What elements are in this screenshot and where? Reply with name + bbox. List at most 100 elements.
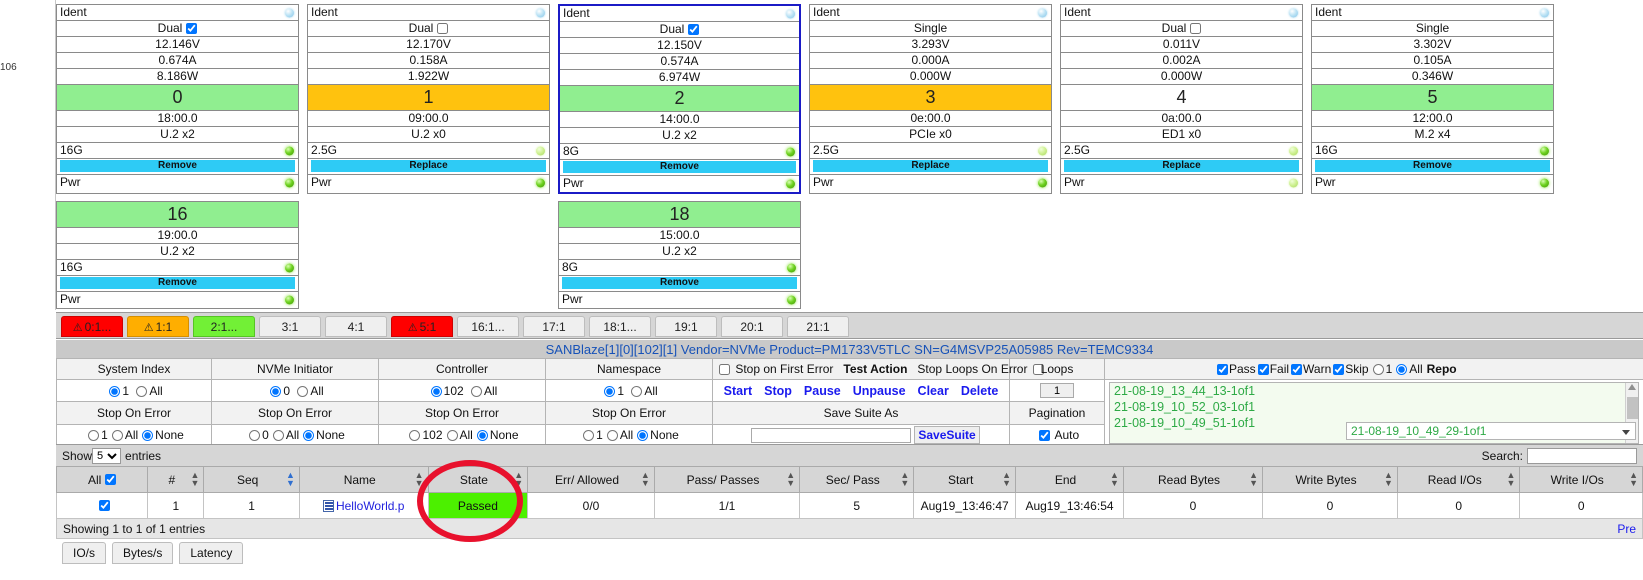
system-index-all-radio[interactable]: All [132,384,163,398]
column-header-name[interactable]: Name ▲ ▼ [298,466,429,493]
card-action-row[interactable]: Replace [308,159,549,175]
port-tab-21-1[interactable]: 21:1 [787,316,849,337]
metric-tab-bytess[interactable]: Bytes/s [112,542,174,564]
show-entries-select[interactable]: 5 [92,447,122,464]
system-index-all-radio-input[interactable] [136,385,148,397]
pagination-prev[interactable]: Pre [1617,522,1636,536]
system-index-value-radio[interactable]: 1 [105,384,129,398]
card-dual-checkbox[interactable] [437,23,449,34]
card-mode-row[interactable]: Dual [560,22,799,38]
action-delete-button[interactable]: Delete [961,384,999,398]
slot-card-18[interactable]: 18 15:00.0 U.2 x2 8G Remove Pwr [558,201,801,309]
column-header-pass-passes[interactable]: Pass/ Passes ▲ ▼ [653,466,801,493]
table-row[interactable]: 1 1 HelloWorld.p Passed 0/0 1/1 5 Aug19_13:46:4… [55,492,1643,519]
sort--icon[interactable]: ▲ ▼ [514,471,523,488]
sort--icon[interactable]: ▲ ▼ [415,471,424,488]
controller-all-radio-input[interactable] [471,385,483,397]
controller-select[interactable]: 102 All [378,378,546,403]
ident-led-icon[interactable] [536,8,545,17]
card-ident-row[interactable]: Ident [308,5,549,21]
device-title-link[interactable]: SANBlaze[1][0][102][1] Vendor=NVMe Produ… [546,342,1154,357]
soe-all-radio-input[interactable] [606,430,618,442]
save-suite-input[interactable] [751,428,911,444]
report-item[interactable]: 21-08-19_10_52_03-1of1 [1110,399,1638,415]
port-tab-20-1[interactable]: 20:1 [721,316,783,337]
loops-input[interactable] [1040,383,1074,399]
filter-pass[interactable]: Pass [1215,362,1256,376]
scrollbar-thumb[interactable] [1627,397,1638,419]
namespace-all-radio-input[interactable] [631,385,643,397]
nvme-initiator-select[interactable]: 0 All [211,378,379,403]
power-led-icon[interactable] [786,179,795,189]
loops-cell[interactable] [1009,378,1105,403]
card-slot-header[interactable]: 3 [810,85,1051,111]
filter-fail-checkbox[interactable] [1257,364,1269,375]
sort--icon[interactable]: ▲ ▼ [1110,471,1119,488]
namespace-value-radio-input[interactable] [604,385,616,397]
power-led-icon[interactable] [1540,178,1549,188]
power-led-icon[interactable] [285,178,294,188]
nvme-initiator-all-radio[interactable]: All [293,384,324,398]
card-power-row[interactable]: Pwr [560,176,799,192]
port-tab-3-1[interactable]: 3:1 [259,316,321,337]
column-header-seq[interactable]: Seq ▲ ▼ [203,466,300,493]
soe-none-radio[interactable]: None [633,428,679,442]
soe-all-radio[interactable]: All [269,428,299,442]
card-ident-row[interactable]: Ident [57,5,298,21]
card-action-row[interactable]: Replace [810,159,1051,175]
port-tab-1-1[interactable]: ⚠ 1:1 [127,316,189,337]
soe-all-radio[interactable]: All [108,428,138,442]
card-power-row[interactable]: Pwr [559,292,800,308]
card-action-row[interactable]: Remove [57,159,298,175]
filter-fail[interactable]: Fail [1256,362,1289,376]
slot-card-2[interactable]: Ident Dual 12.150V 0.574A 6.974W 2 14:00… [558,4,801,194]
slot-card-4[interactable]: Ident Dual 0.011V 0.002A 0.000W 4 0a:00.… [1060,4,1303,194]
slot-card-0[interactable]: Ident Dual 12.146V 0.674A 8.186W 0 18:00… [56,4,299,194]
sort--icon[interactable]: ▲ ▼ [1384,471,1393,488]
column-header-read-i-os[interactable]: Read I/Os ▲ ▼ [1396,466,1521,493]
soe-value-radio[interactable]: 0 [245,428,269,442]
filter-skip-checkbox[interactable] [1333,364,1345,375]
card-power-row[interactable]: Pwr [810,175,1051,191]
sort--icon[interactable]: ▲ ▼ [641,471,650,488]
column-header-write-i-os[interactable]: Write I/Os ▲ ▼ [1519,466,1643,493]
card-power-row[interactable]: Pwr [308,175,549,191]
metric-tab-ios[interactable]: IO/s [62,542,107,564]
soe-none-radio[interactable]: None [299,428,345,442]
card-power-row[interactable]: Pwr [1312,175,1553,191]
stop-loops-on-error-label[interactable]: Stop Loops On Error [917,362,1044,376]
stop-on-first-error-checkbox[interactable] [719,364,730,375]
power-led-icon[interactable] [787,295,796,305]
soe-none-radio-input[interactable] [142,430,154,442]
report-combo-wrap[interactable]: 21-08-19_10_49_29-1of1 [1346,422,1636,440]
search-input[interactable] [1527,447,1637,464]
column-header-all[interactable]: All [55,466,149,493]
card-dual-checkbox[interactable] [186,23,198,34]
soe-value-radio-input[interactable] [249,430,261,442]
port-tab-5-1[interactable]: ⚠ 5:1 [391,316,453,337]
system-index-value-radio-input[interactable] [109,385,121,397]
card-action-button[interactable]: Replace [813,160,1048,172]
stop-on-first-error-label[interactable]: Stop on First Error [715,362,837,376]
filter-warn-checkbox[interactable] [1291,364,1303,375]
port-tab-19-1[interactable]: 19:1 [655,316,717,337]
report-scope-one-radio[interactable] [1372,364,1384,375]
card-mode-row[interactable]: Single [1312,21,1553,37]
soe-value-radio-input[interactable] [583,430,595,442]
auto-checkbox-label[interactable]: Auto [1035,428,1079,442]
soe-all-radio-input[interactable] [446,430,458,442]
row-select-cell[interactable] [55,492,149,519]
soe-none-radio-input[interactable] [476,430,488,442]
card-dual-checkbox[interactable] [1190,23,1202,34]
report-scope-all[interactable]: All [1392,362,1423,376]
card-ident-row[interactable]: Ident [1061,5,1302,21]
card-ident-row[interactable]: Ident [810,5,1051,21]
test-action-buttons[interactable]: Start Stop Pause Unpause Clear Delete [712,378,1010,403]
card-slot-header[interactable]: 4 [1061,85,1302,111]
card-action-button[interactable]: Remove [562,277,797,289]
sort-active-icon[interactable]: ▲ ▼ [286,471,295,488]
power-led-icon[interactable] [285,295,294,305]
ident-led-icon[interactable] [1540,8,1549,17]
card-action-row[interactable]: Remove [560,160,799,176]
nvme-initiator-all-radio-input[interactable] [297,385,309,397]
